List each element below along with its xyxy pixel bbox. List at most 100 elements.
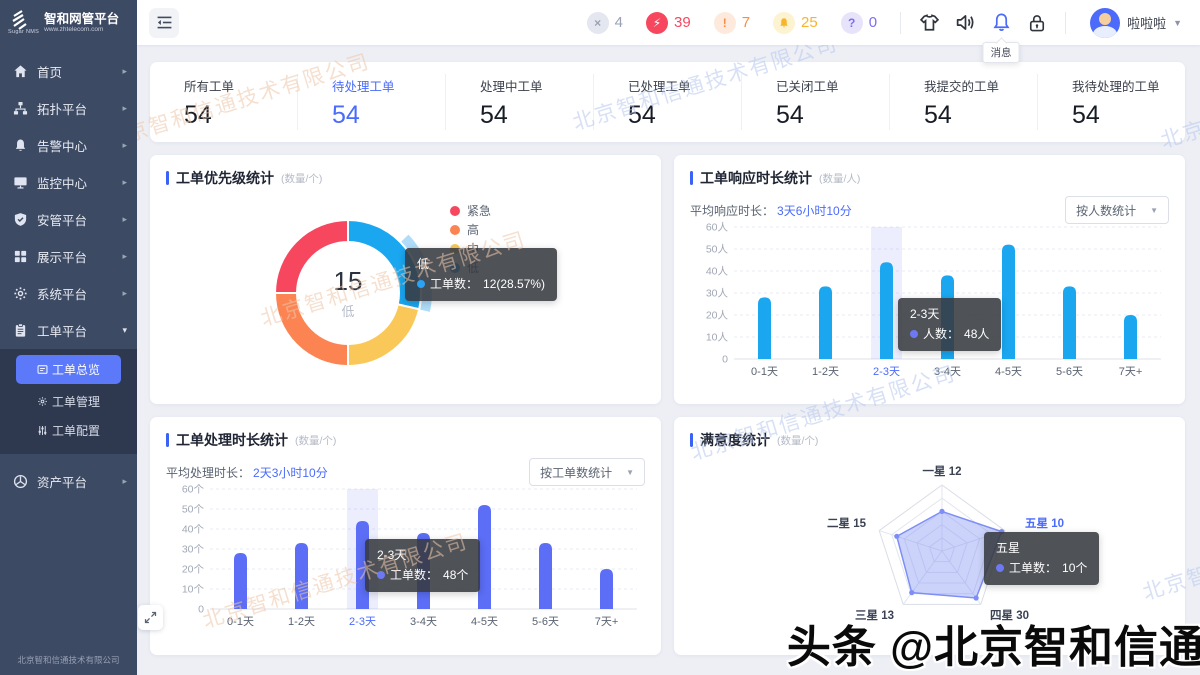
svg-text:60人: 60人: [706, 222, 729, 234]
header-right: × 4 ⚡ 39 ! 7 25 ? 0: [587, 5, 1182, 41]
legend-dot: [450, 244, 460, 254]
chevron-down-icon: ▼: [626, 468, 634, 477]
stat-pending-workorders[interactable]: 待处理工单 54: [298, 74, 446, 130]
alarm-badge-unknown[interactable]: ? 0: [841, 12, 877, 34]
theme-skin-button[interactable]: [911, 5, 947, 41]
brand-logo-icon: Sugar NMS: [8, 10, 39, 35]
submenu-item-workorder-config[interactable]: 工单配置: [0, 416, 137, 445]
submenu-item-workorder-manage[interactable]: 工单管理: [0, 387, 137, 416]
response-bar-chart[interactable]: 010人20人30人40人50人60人0-1天1-2天2-3天3-4天4-5天5…: [690, 219, 1169, 381]
panel-response-time: 工单响应时长统计 (数量/人) 平均响应时长： 3天6小时10分 按人数统计▼ …: [674, 155, 1185, 404]
manage-gear-icon: [37, 396, 48, 407]
monitor-icon: [13, 175, 28, 190]
stat-processing-workorders[interactable]: 处理中工单 54: [446, 74, 594, 130]
panel-title: 工单处理时长统计: [176, 430, 288, 450]
alarm-badge-minor[interactable]: 25: [773, 12, 818, 34]
chevron-down-icon: ▼: [1173, 18, 1182, 28]
sidebar-item-system[interactable]: 系统平台 ▸: [0, 275, 137, 312]
panel-title: 工单优先级统计: [176, 168, 274, 188]
sidebar-item-alarm-center[interactable]: 告警中心 ▸: [0, 127, 137, 164]
lock-icon: [1027, 13, 1047, 33]
asset-icon: [13, 474, 28, 489]
panel-process-time: 工单处理时长统计 (数量/个) 平均处理时长： 2天3小时10分 按工单数统计▼…: [150, 417, 661, 655]
sidebar-footer-company: 北京智和信通技术有限公司: [0, 644, 137, 675]
sidebar-item-asset[interactable]: 资产平台 ▸: [0, 463, 137, 500]
chevron-right-icon: ▸: [122, 103, 127, 114]
title-accent-bar: [166, 433, 169, 447]
priority-donut-chart[interactable]: 15 低: [258, 203, 438, 383]
speaker-icon: [955, 12, 976, 33]
sidebar-item-label: 监控中心: [37, 173, 87, 192]
badge-count: 7: [742, 14, 750, 31]
stat-label: 已关闭工单: [776, 76, 889, 95]
stat-processed-workorders[interactable]: 已处理工单 54: [594, 74, 742, 130]
legend-item-low[interactable]: 低: [450, 262, 491, 273]
process-bar-chart[interactable]: 010个20个30个40个50个60个0-1天1-2天2-3天3-4天4-5天5…: [166, 481, 645, 631]
sidebar-item-label: 安管平台: [37, 210, 87, 229]
donut-legend: 紧急 高 中 低: [450, 205, 491, 273]
sidebar-menu: 首页 ▸ 拓扑平台 ▸ 告警中心 ▸ 监控中心 ▸ 安管平台 ▸: [0, 45, 137, 644]
sidebar-item-workorder[interactable]: 工单平台 ▾: [0, 312, 137, 349]
sidebar-item-display[interactable]: 展示平台 ▸: [0, 238, 137, 275]
avg-label: 平均响应时长：: [690, 202, 774, 219]
sidebar-item-monitor-center[interactable]: 监控中心 ▸: [0, 164, 137, 201]
submenu-item-label: 工单管理: [52, 393, 100, 410]
message-button[interactable]: 消息: [983, 5, 1019, 41]
svg-text:5-6天: 5-6天: [1056, 366, 1083, 378]
exclamation-icon: !: [714, 12, 736, 34]
stat-value: 54: [480, 103, 593, 128]
legend-item-urgent[interactable]: 紧急: [450, 205, 491, 216]
svg-text:30人: 30人: [706, 288, 729, 300]
lock-screen-button[interactable]: [1019, 5, 1055, 41]
svg-text:60个: 60个: [182, 484, 205, 496]
config-sliders-icon: [37, 425, 48, 436]
clipboard-icon: [13, 323, 28, 338]
title-accent-bar: [166, 171, 169, 185]
fullscreen-expand-button[interactable]: [138, 605, 163, 630]
sidebar-item-home[interactable]: 首页 ▸: [0, 53, 137, 90]
svg-text:20人: 20人: [706, 310, 729, 322]
sidebar-item-topology[interactable]: 拓扑平台 ▸: [0, 90, 137, 127]
bell-icon: [773, 12, 795, 34]
user-name: 啦啦啦: [1127, 13, 1166, 32]
stat-my-pending-workorders[interactable]: 我待处理的工单 54: [1038, 74, 1185, 130]
submenu-item-workorder-overview[interactable]: 工单总览: [16, 355, 121, 384]
panel-unit: (数量/个): [295, 433, 336, 448]
svg-text:四星 30: 四星 30: [990, 609, 1029, 622]
svg-text:7天+: 7天+: [1119, 366, 1143, 378]
badge-count: 39: [674, 14, 691, 31]
sound-button[interactable]: [947, 5, 983, 41]
brand-logo[interactable]: Sugar NMS 智和网管平台 www.zhtelecom.com: [0, 0, 137, 45]
workorder-stats-card: 所有工单 54 待处理工单 54 处理中工单 54 已处理工单 54 已关闭工单: [150, 62, 1185, 142]
stat-closed-workorders[interactable]: 已关闭工单 54: [742, 74, 890, 130]
avg-value: 3天6小时10分: [777, 202, 852, 219]
svg-text:2-3天: 2-3天: [349, 616, 376, 628]
svg-text:7天+: 7天+: [595, 616, 619, 628]
legend-item-medium[interactable]: 中: [450, 243, 491, 254]
satisfaction-radar-chart[interactable]: 一星 12五星 10四星 30三星 13二星 15: [690, 449, 1169, 647]
sidebar-collapse-button[interactable]: [149, 8, 179, 38]
close-icon: ×: [587, 12, 609, 34]
notification-bell-icon: [991, 12, 1012, 33]
svg-text:40人: 40人: [706, 266, 729, 278]
lightning-icon: ⚡: [646, 12, 668, 34]
svg-text:1-2天: 1-2天: [288, 616, 315, 628]
workorder-submenu: 工单总览 工单管理 工单配置: [0, 349, 137, 454]
avg-label: 平均处理时长：: [166, 464, 250, 481]
chevron-down-icon: ▼: [1150, 206, 1158, 215]
home-icon: [13, 64, 28, 79]
alarm-badge-major[interactable]: ! 7: [714, 12, 750, 34]
alarm-badge-cleared[interactable]: × 4: [587, 12, 623, 34]
panel-unit: (数量/个): [777, 433, 818, 448]
stat-label: 处理中工单: [480, 76, 593, 95]
stat-all-workorders[interactable]: 所有工单 54: [150, 74, 298, 130]
legend-item-high[interactable]: 高: [450, 224, 491, 235]
stat-my-submitted-workorders[interactable]: 我提交的工单 54: [890, 74, 1038, 130]
sidebar-item-label: 工单平台: [37, 321, 87, 340]
sidebar-item-security[interactable]: 安管平台 ▸: [0, 201, 137, 238]
brand-subtitle: www.zhtelecom.com: [44, 26, 119, 33]
user-menu[interactable]: 啦啦啦 ▼: [1090, 8, 1182, 38]
alarm-badge-critical[interactable]: ⚡ 39: [646, 12, 691, 34]
badge-count: 0: [869, 14, 877, 31]
top-header: × 4 ⚡ 39 ! 7 25 ? 0: [137, 0, 1200, 45]
